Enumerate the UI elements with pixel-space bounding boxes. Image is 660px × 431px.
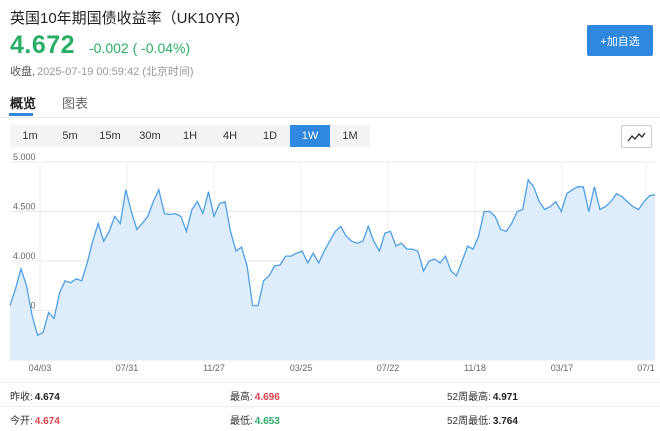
x-tick-label: 11/18	[464, 363, 486, 373]
y-tick-label: 4.500	[13, 202, 36, 212]
period-5m[interactable]: 5m	[50, 125, 90, 147]
stat-value: 4.674	[34, 416, 60, 427]
stat-value: 4.653	[254, 416, 280, 427]
stat-high: 最高: 4.696	[230, 388, 280, 403]
active-tab-indicator	[9, 113, 33, 116]
add-watchlist-button[interactable]: +加自选	[587, 25, 653, 56]
line-chart-icon	[627, 132, 646, 141]
period-15m[interactable]: 15m	[90, 125, 130, 147]
stats-row-1: 昨收: 4.674 最高: 4.696 52周最高: 4.971	[0, 382, 660, 407]
stat-value: 3.764	[492, 416, 518, 427]
y-tick-label: 4.000	[13, 251, 36, 261]
close-timestamp: 2025-07-19 00:59:42 (北京时间)	[37, 66, 194, 78]
stat-52w-high: 52周最高: 4.971	[447, 388, 518, 403]
close-info: 收盘, 2025-07-19 00:59:42 (北京时间)	[10, 63, 194, 79]
stat-value: 4.674	[34, 392, 60, 403]
x-tick-label: 03/25	[290, 363, 313, 373]
chart-type-button[interactable]	[621, 125, 652, 148]
tab-overview[interactable]: 概览	[10, 93, 36, 112]
x-axis-labels: 04/03 07/31 11/27 03/25 07/22 11/18 03/17 07/1	[29, 363, 655, 373]
close-label: 收盘,	[10, 66, 36, 78]
x-tick-label: 03/17	[551, 363, 574, 373]
x-tick-label: 07/22	[377, 363, 400, 373]
stat-52w-low: 52周最低: 3.764	[447, 412, 518, 427]
stat-open: 今开: 4.674	[10, 412, 60, 427]
price-chart[interactable]: 3.0003.5004.0004.5005.000 04/0307/3111/2…	[0, 150, 660, 378]
stat-low: 最低: 4.653	[230, 412, 280, 427]
period-4h[interactable]: 4H	[210, 125, 250, 147]
stat-value: 4.971	[492, 392, 518, 403]
current-price: 4.672	[10, 31, 76, 59]
stat-label: 52周最低:	[447, 416, 491, 427]
x-tick-label: 11/27	[203, 363, 225, 373]
price-change: -0.002 ( -0.04%)	[89, 40, 191, 56]
stat-value: 4.696	[254, 392, 280, 403]
x-tick-label: 07/31	[116, 363, 139, 373]
stat-label: 52周最高:	[447, 392, 491, 403]
stat-label: 最低:	[230, 416, 253, 427]
page-title: 英国10年期国债收益率（UK10YR)	[10, 10, 241, 27]
stat-label: 昨收:	[10, 392, 33, 403]
period-1mo[interactable]: 1M	[330, 125, 370, 147]
stat-label: 今开:	[10, 416, 33, 427]
period-1h[interactable]: 1H	[170, 125, 210, 147]
stat-label: 最高:	[230, 392, 253, 403]
tab-chart[interactable]: 图表	[62, 93, 88, 112]
period-1w[interactable]: 1W	[290, 125, 330, 147]
x-tick-label: 07/1	[637, 363, 655, 373]
stats-row-2: 今开: 4.674 最低: 4.653 52周最低: 3.764	[0, 406, 660, 431]
period-1m[interactable]: 1m	[10, 125, 50, 147]
x-tick-label: 04/03	[29, 363, 52, 373]
period-1d[interactable]: 1D	[250, 125, 290, 147]
stat-prev-close: 昨收: 4.674	[10, 388, 60, 403]
period-30m[interactable]: 30m	[130, 125, 170, 147]
y-tick-label: 5.000	[13, 152, 36, 162]
period-selector: 1m 5m 15m 30m 1H 4H 1D 1W 1M	[10, 125, 370, 147]
tab-bar: 概览 图表	[0, 87, 660, 118]
